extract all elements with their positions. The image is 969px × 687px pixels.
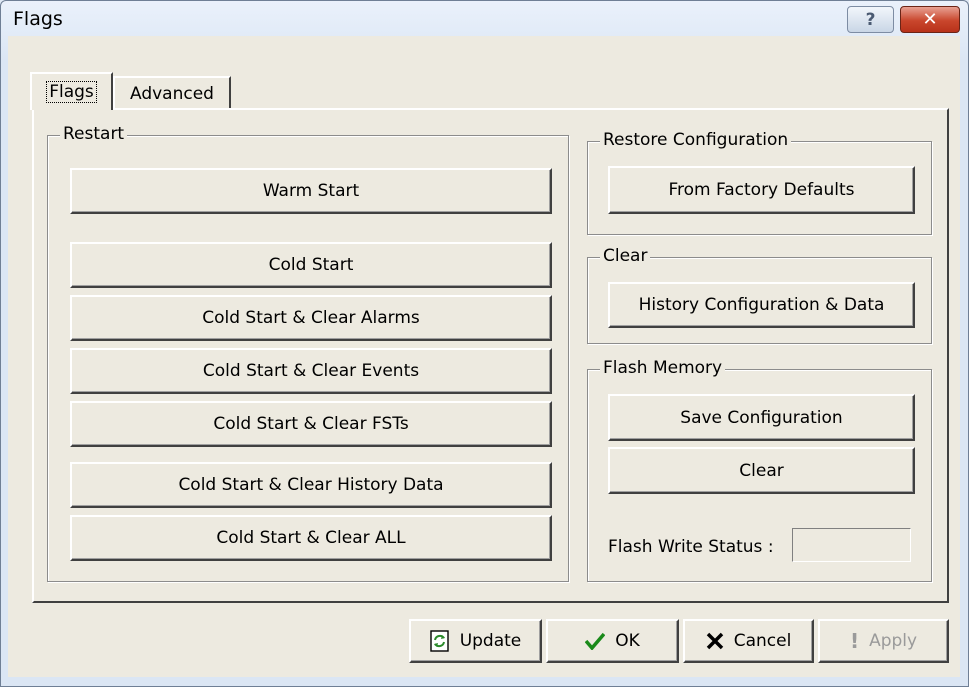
warm-start-button[interactable]: Warm Start xyxy=(70,168,552,214)
close-button[interactable]: ✕ xyxy=(900,6,960,33)
apply-button[interactable]: ! Apply xyxy=(818,619,949,663)
flash-write-status-label: Flash Write Status : xyxy=(608,537,774,557)
history-config-data-button[interactable]: History Configuration & Data xyxy=(608,282,915,328)
clear-group-label: Clear xyxy=(600,246,651,266)
tab-flags[interactable]: Flags xyxy=(30,72,113,110)
cold-start-clear-events-label: Cold Start & Clear Events xyxy=(202,361,420,381)
cold-start-button[interactable]: Cold Start xyxy=(70,242,552,288)
ok-label: OK xyxy=(615,631,640,651)
save-configuration-button[interactable]: Save Configuration xyxy=(608,394,915,441)
warm-start-label: Warm Start xyxy=(262,181,360,201)
ok-button[interactable]: OK xyxy=(546,619,679,663)
tab-flags-label: Flags xyxy=(46,81,97,103)
cold-start-clear-all-label: Cold Start & Clear ALL xyxy=(216,528,406,548)
window-title: Flags xyxy=(13,8,63,30)
refresh-doc-icon xyxy=(430,630,450,652)
tab-advanced[interactable]: Advanced xyxy=(113,76,231,109)
apply-label: Apply xyxy=(869,631,918,651)
tab-advanced-label: Advanced xyxy=(130,83,214,104)
cancel-label: Cancel xyxy=(733,631,792,651)
restart-group-label: Restart xyxy=(60,124,128,144)
cold-start-clear-history-label: Cold Start & Clear History Data xyxy=(178,475,444,495)
close-icon: ✕ xyxy=(922,9,938,30)
x-icon xyxy=(706,632,724,650)
cold-start-clear-alarms-label: Cold Start & Clear Alarms xyxy=(202,308,420,328)
save-configuration-label: Save Configuration xyxy=(680,407,843,428)
checkmark-icon xyxy=(585,632,606,650)
flash-memory-group-label: Flash Memory xyxy=(600,358,726,378)
factory-defaults-label: From Factory Defaults xyxy=(668,180,855,200)
cancel-button[interactable]: Cancel xyxy=(683,619,814,663)
help-icon: ? xyxy=(865,9,876,30)
cold-start-clear-events-button[interactable]: Cold Start & Clear Events xyxy=(70,348,552,394)
update-button[interactable]: Update xyxy=(409,619,542,663)
cold-start-clear-history-button[interactable]: Cold Start & Clear History Data xyxy=(70,462,552,508)
flash-clear-button[interactable]: Clear xyxy=(608,447,915,494)
title-bar[interactable]: Flags ? ✕ xyxy=(1,1,968,37)
restore-config-group-label: Restore Configuration xyxy=(600,130,792,150)
exclamation-icon: ! xyxy=(849,629,860,653)
history-config-data-label: History Configuration & Data xyxy=(638,295,885,315)
cold-start-clear-alarms-button[interactable]: Cold Start & Clear Alarms xyxy=(70,295,552,341)
cold-start-clear-fsts-label: Cold Start & Clear FSTs xyxy=(213,414,409,434)
flash-clear-label: Clear xyxy=(739,460,784,481)
help-button[interactable]: ? xyxy=(847,6,894,33)
flash-write-status-field xyxy=(792,528,911,562)
cold-start-clear-fsts-button[interactable]: Cold Start & Clear FSTs xyxy=(70,401,552,447)
update-label: Update xyxy=(459,631,522,651)
factory-defaults-button[interactable]: From Factory Defaults xyxy=(608,166,915,214)
cold-start-clear-all-button[interactable]: Cold Start & Clear ALL xyxy=(70,515,552,561)
cold-start-label: Cold Start xyxy=(268,255,354,275)
